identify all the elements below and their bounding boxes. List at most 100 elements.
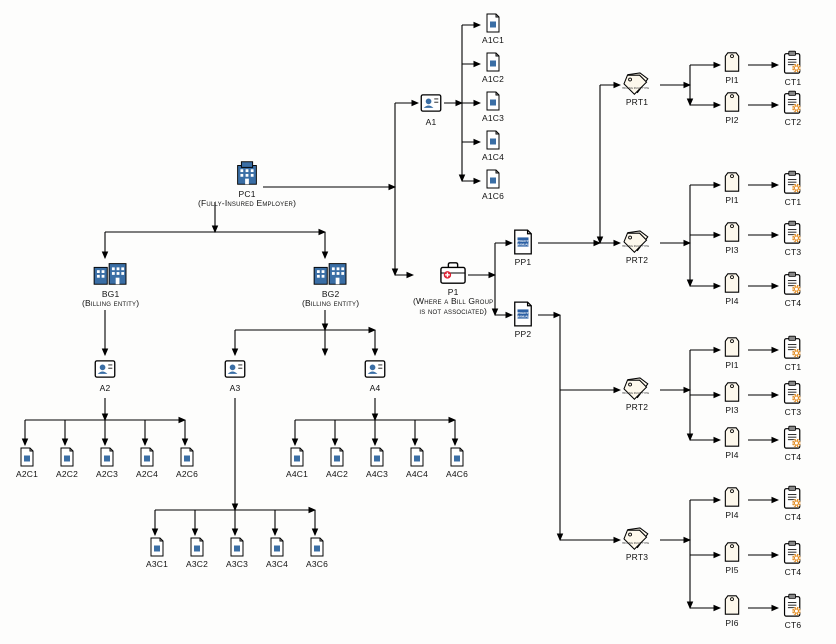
node-a3c4: A3C4 (266, 536, 288, 569)
building-icon (232, 158, 262, 188)
a1c4-label: A1C4 (482, 153, 504, 162)
node-a4c3: A4C3 (366, 446, 388, 479)
document-icon (188, 536, 206, 558)
price-item-icon (722, 335, 742, 359)
node-prt2b: PRT2 (622, 375, 652, 412)
node-pp1: PP1 (512, 228, 534, 267)
clipboard-gear-icon (782, 485, 804, 511)
node-a4c2: A4C2 (326, 446, 348, 479)
bg2-label: BG2 (Billing entity) (302, 290, 359, 309)
a2c1-label: A2C1 (16, 470, 38, 479)
node-ct4c: CT4 (782, 485, 804, 522)
pi4b-label: PI4 (725, 451, 738, 460)
clipboard-gear-icon (782, 220, 804, 246)
node-a2c1: A2C1 (16, 446, 38, 479)
node-a4c6: A4C6 (446, 446, 468, 479)
clipboard-gear-icon (782, 335, 804, 361)
pp2-label: PP2 (515, 330, 532, 339)
node-a2: A2 (92, 356, 118, 393)
node-pi1a: PI1 (722, 50, 742, 85)
document-icon (484, 90, 502, 112)
document-icon (18, 446, 36, 468)
account-icon (222, 356, 248, 382)
node-a3: A3 (222, 356, 248, 393)
ct4a-label: CT4 (785, 299, 802, 308)
pi4a-label: PI4 (725, 297, 738, 306)
a4c3-label: A4C3 (366, 470, 388, 479)
ct6-label: CT6 (785, 621, 802, 630)
document-icon (98, 446, 116, 468)
document-icon (58, 446, 76, 468)
node-pi5: PI5 (722, 540, 742, 575)
pi3b-label: PI3 (725, 406, 738, 415)
p1-label: P1 (Where a Bill Group is not associated… (413, 288, 493, 316)
document-icon (484, 12, 502, 34)
pi1a-label: PI1 (725, 76, 738, 85)
document-icon (148, 536, 166, 558)
pi6-label: PI6 (725, 619, 738, 628)
document-icon (368, 446, 386, 468)
a4c6-label: A4C6 (446, 470, 468, 479)
node-a3c6: A3C6 (306, 536, 328, 569)
ct1b-label: CT1 (785, 198, 802, 207)
policy-manual-icon (512, 228, 534, 256)
a3c4-label: A3C4 (266, 560, 288, 569)
node-a2c3: A2C3 (96, 446, 118, 479)
ct4c-label: CT4 (785, 513, 802, 522)
node-a3c3: A3C3 (226, 536, 248, 569)
pi2-label: PI2 (725, 116, 738, 125)
a1c6-label: A1C6 (482, 192, 504, 201)
node-pi3a: PI3 (722, 220, 742, 255)
node-a1: A1 (418, 90, 444, 127)
a4c4-label: A4C4 (406, 470, 428, 479)
ct1c-label: CT1 (785, 363, 802, 372)
document-icon (268, 536, 286, 558)
ct2-label: CT2 (785, 118, 802, 127)
node-a2c4: A2C4 (136, 446, 158, 479)
price-item-icon (722, 485, 742, 509)
account-icon (362, 356, 388, 382)
node-ct1c: CT1 (782, 335, 804, 372)
a3c3-label: A3C3 (226, 560, 248, 569)
node-prt1: PRT1 (622, 70, 652, 107)
clipboard-gear-icon (782, 50, 804, 76)
document-icon (484, 129, 502, 151)
node-a1c1: A1C1 (482, 12, 504, 45)
pi1b-label: PI1 (725, 196, 738, 205)
a1-label: A1 (426, 118, 437, 127)
a1c2-label: A1C2 (482, 75, 504, 84)
clipboard-gear-icon (782, 90, 804, 116)
a3c2-label: A3C2 (186, 560, 208, 569)
clipboard-gear-icon (782, 425, 804, 451)
document-icon (228, 536, 246, 558)
node-ct2: CT2 (782, 90, 804, 127)
node-pi3b: PI3 (722, 380, 742, 415)
bg1-label: BG1 (Billing entity) (82, 290, 139, 309)
a4c2-label: A4C2 (326, 470, 348, 479)
pi1c-label: PI1 (725, 361, 738, 370)
node-a4c4: A4C4 (406, 446, 428, 479)
a2-label: A2 (100, 384, 111, 393)
node-ct3a: CT3 (782, 220, 804, 257)
a3-label: A3 (230, 384, 241, 393)
document-icon (484, 51, 502, 73)
document-icon (178, 446, 196, 468)
price-item-icon (722, 593, 742, 617)
price-item-icon (722, 380, 742, 404)
document-icon (448, 446, 466, 468)
document-icon (138, 446, 156, 468)
node-a2c2: A2C2 (56, 446, 78, 479)
prt3-label: PRT3 (626, 553, 648, 562)
prt2a-label: PRT2 (626, 256, 648, 265)
node-a3c2: A3C2 (186, 536, 208, 569)
node-ct4d: CT4 (782, 540, 804, 577)
document-icon (484, 168, 502, 190)
a2c6-label: A2C6 (176, 470, 198, 479)
node-a4: A4 (362, 356, 388, 393)
node-pi4a: PI4 (722, 271, 742, 306)
pi3a-label: PI3 (725, 246, 738, 255)
prt1-label: PRT1 (626, 98, 648, 107)
price-item-icon (722, 271, 742, 295)
price-item-icon (722, 50, 742, 74)
node-prt2a: PRT2 (622, 228, 652, 265)
